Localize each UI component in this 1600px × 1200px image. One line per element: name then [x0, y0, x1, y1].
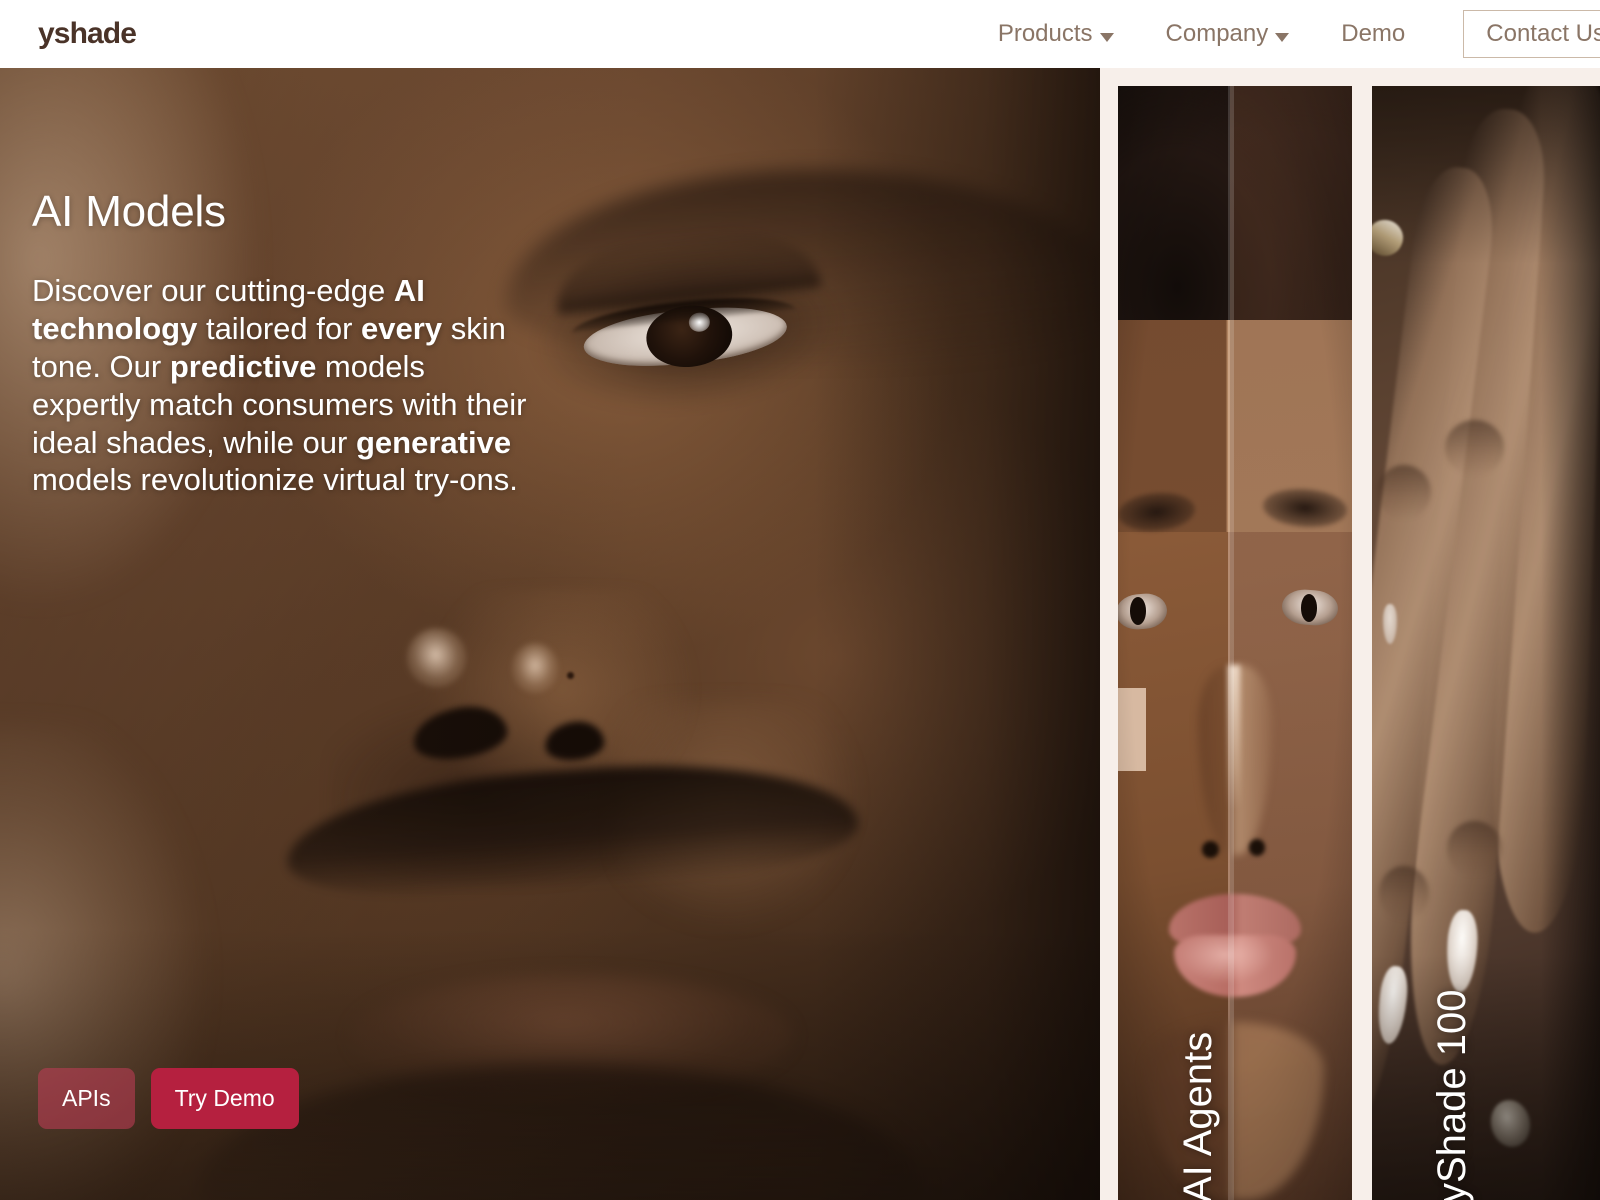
- chevron-down-icon: [1099, 32, 1114, 42]
- nav-item-demo-label: Demo: [1341, 20, 1406, 47]
- primary-navigation: Products Company Demo Contact Us: [972, 0, 1600, 68]
- nav-item-company-label: Company: [1165, 20, 1269, 47]
- hero-description: Discover our cutting-edge AI technology …: [32, 273, 527, 498]
- yshade-100-image: [1372, 86, 1600, 1200]
- panel-yshade-100[interactable]: [1372, 86, 1600, 1200]
- nav-item-company[interactable]: Company: [1140, 22, 1316, 46]
- hero-panel[interactable]: AI Models Discover our cutting-edge AI t…: [0, 68, 1100, 1200]
- panel-ai-agents[interactable]: [1118, 86, 1352, 1200]
- panel-label-yshade-100: yShade 100: [1430, 989, 1474, 1200]
- panel-label-ai-agents: AI Agents: [1176, 1031, 1220, 1200]
- site-header: yshade Products Company Demo Contact Us: [0, 0, 1600, 68]
- try-demo-button[interactable]: Try Demo: [150, 1068, 299, 1129]
- nav-item-demo[interactable]: Demo: [1315, 22, 1431, 46]
- nav-item-products[interactable]: Products: [972, 22, 1140, 46]
- hero-copy: AI Models Discover our cutting-edge AI t…: [32, 187, 532, 499]
- apis-button[interactable]: APIs: [38, 1068, 135, 1129]
- contact-us-button[interactable]: Contact Us: [1463, 10, 1600, 58]
- page-root: yshade Products Company Demo Contact Us: [0, 0, 1600, 1200]
- logo-yshade[interactable]: yshade: [38, 19, 137, 49]
- chevron-down-icon: [1275, 32, 1290, 42]
- hero-canvas: AI Models Discover our cutting-edge AI t…: [0, 68, 1600, 1200]
- ai-agents-image: [1118, 86, 1352, 1200]
- cta-button-group: APIs Try Demo: [38, 1068, 299, 1129]
- page-title: AI Models: [32, 187, 226, 236]
- nav-item-products-label: Products: [997, 20, 1093, 47]
